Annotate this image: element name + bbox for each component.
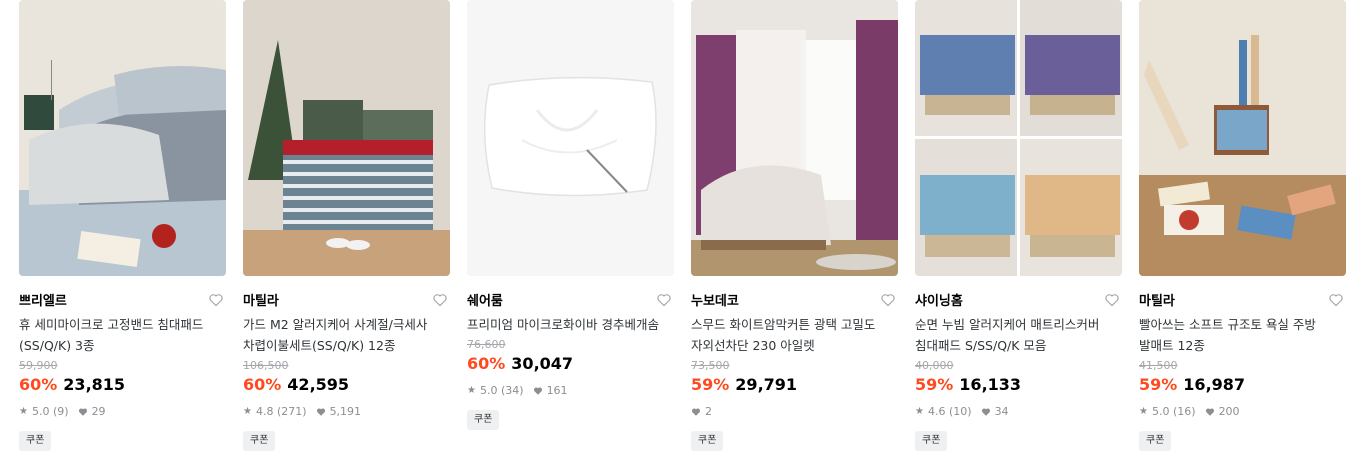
- star-icon: ★: [915, 406, 924, 417]
- product-card[interactable]: 쁘리엘르 휴 세미마이크로 고정밴드 침대패드(SS/Q/K) 3종 59,90…: [19, 0, 226, 451]
- star-icon: ★: [19, 406, 28, 417]
- sale-price: 42,595: [287, 375, 350, 394]
- star-icon: ★: [1139, 406, 1148, 417]
- coupon-badge: 쿠폰: [19, 431, 52, 451]
- product-title[interactable]: 가드 M2 알러지케어 사계절/극세사 차렵이불세트(SS/Q/K) 12종: [243, 314, 450, 356]
- product-card[interactable]: 마틸라 가드 M2 알러지케어 사계절/극세사 차렵이불세트(SS/Q/K) 1…: [243, 0, 450, 451]
- original-price: 106,500: [243, 359, 289, 372]
- white-pillow-image: [467, 0, 674, 276]
- discount-rate: 60%: [19, 375, 58, 394]
- like-count: 29: [91, 405, 106, 418]
- striped-bedding-set-image: [243, 0, 450, 276]
- brand-name[interactable]: 누보데코: [691, 294, 739, 309]
- coupon-badge: 쿠폰: [1139, 431, 1172, 451]
- product-stats: ★ 5.0 (34) 161: [467, 384, 674, 398]
- product-title[interactable]: 순면 누빔 알러지케어 매트리스커버 침대패드 S/SS/Q/K 모음: [915, 314, 1122, 356]
- original-price: 40,000: [915, 359, 954, 372]
- brand-name[interactable]: 쁘리엘르: [19, 294, 67, 309]
- product-image[interactable]: [915, 0, 1122, 276]
- heart-icon[interactable]: [1328, 292, 1344, 308]
- product-card[interactable]: 쉐어룸 프리미엄 마이크로화이바 경추베개솜 76,600 60% 30,047 …: [467, 0, 674, 430]
- product-stats: 2: [691, 405, 898, 419]
- discount-rate: 60%: [243, 375, 282, 394]
- discount-rate: 59%: [691, 375, 730, 394]
- coupon-badge: 쿠폰: [243, 431, 276, 451]
- original-price: 41,500: [1139, 359, 1178, 372]
- heart-icon[interactable]: [208, 292, 224, 308]
- product-card[interactable]: 마틸라 빨아쓰는 소프트 규조토 욕실 주방 발매트 12종 41,500 59…: [1139, 0, 1346, 451]
- rating-value: 4.8: [255, 405, 274, 418]
- product-grid: 쁘리엘르 휴 세미마이크로 고정밴드 침대패드(SS/Q/K) 3종 59,90…: [0, 0, 1352, 468]
- coupon-badge: 쿠폰: [467, 410, 500, 430]
- discount-rate: 59%: [1139, 375, 1178, 394]
- rating-value: 5.0: [31, 405, 50, 418]
- product-card[interactable]: 샤이닝홈 순면 누빔 알러지케어 매트리스커버 침대패드 S/SS/Q/K 모음…: [915, 0, 1122, 451]
- product-stats: ★ 5.0 (9) 29: [19, 405, 226, 419]
- review-count: (16): [1172, 405, 1196, 418]
- original-price: 59,900: [19, 359, 58, 372]
- diatomite-mats-image: [1139, 0, 1346, 276]
- quilted-mattress-pad-image: [19, 0, 226, 276]
- product-title[interactable]: 스무드 화이트암막커튼 광택 고밀도 자외선차단 230 아일렛: [691, 314, 898, 356]
- like-heart-icon: [691, 408, 701, 416]
- like-heart-icon: [533, 387, 542, 395]
- brand-name[interactable]: 마틸라: [1139, 294, 1175, 309]
- coupon-badge: 쿠폰: [691, 431, 724, 451]
- brand-name[interactable]: 쉐어룸: [467, 294, 503, 309]
- product-title[interactable]: 휴 세미마이크로 고정밴드 침대패드(SS/Q/K) 3종: [19, 314, 226, 356]
- review-count: (9): [52, 405, 69, 418]
- star-icon: ★: [243, 406, 252, 417]
- review-count: (34): [500, 384, 524, 397]
- product-title[interactable]: 빨아쓰는 소프트 규조토 욕실 주방 발매트 12종: [1139, 314, 1346, 356]
- like-heart-icon: [1205, 408, 1214, 416]
- purple-curtain-room-image: [691, 0, 898, 276]
- discount-rate: 60%: [467, 354, 506, 373]
- sale-price: 16,133: [959, 375, 1022, 394]
- rating-value: 5.0: [1151, 405, 1170, 418]
- product-card[interactable]: 누보데코 스무드 화이트암막커튼 광택 고밀도 자외선차단 230 아일렛 73…: [691, 0, 898, 451]
- product-stats: ★ 5.0 (16) 200: [1139, 405, 1346, 419]
- product-image[interactable]: [19, 0, 226, 276]
- like-count: 200: [1218, 405, 1240, 418]
- brand-name[interactable]: 샤이닝홈: [915, 294, 963, 309]
- coupon-badge: 쿠폰: [915, 431, 948, 451]
- like-heart-icon: [981, 408, 990, 416]
- product-stats: ★ 4.6 (10) 34: [915, 405, 1122, 419]
- like-count: 161: [546, 384, 568, 397]
- mattress-cover-collage-image: [915, 0, 1122, 276]
- product-image[interactable]: [1139, 0, 1346, 276]
- product-image[interactable]: [467, 0, 674, 276]
- discount-rate: 59%: [915, 375, 954, 394]
- rating-value: 5.0: [479, 384, 498, 397]
- like-heart-icon: [316, 408, 325, 416]
- like-heart-icon: [78, 408, 87, 416]
- sale-price: 30,047: [511, 354, 574, 373]
- review-count: (10): [948, 405, 972, 418]
- like-count: 34: [994, 405, 1009, 418]
- heart-icon[interactable]: [880, 292, 896, 308]
- heart-icon[interactable]: [656, 292, 672, 308]
- like-count: 2: [705, 405, 712, 418]
- like-count: 5,191: [329, 405, 362, 418]
- brand-name[interactable]: 마틸라: [243, 294, 279, 309]
- product-title[interactable]: 프리미엄 마이크로화이바 경추베개솜: [467, 314, 674, 335]
- sale-price: 23,815: [63, 375, 126, 394]
- product-stats: ★ 4.8 (271) 5,191: [243, 405, 450, 419]
- heart-icon[interactable]: [1104, 292, 1120, 308]
- product-image[interactable]: [243, 0, 450, 276]
- heart-icon[interactable]: [432, 292, 448, 308]
- review-count: (271): [276, 405, 307, 418]
- sale-price: 16,987: [1183, 375, 1246, 394]
- product-image[interactable]: [691, 0, 898, 276]
- sale-price: 29,791: [735, 375, 798, 394]
- rating-value: 4.6: [927, 405, 946, 418]
- star-icon: ★: [467, 385, 476, 396]
- original-price: 73,500: [691, 359, 730, 372]
- original-price: 76,600: [467, 338, 506, 351]
